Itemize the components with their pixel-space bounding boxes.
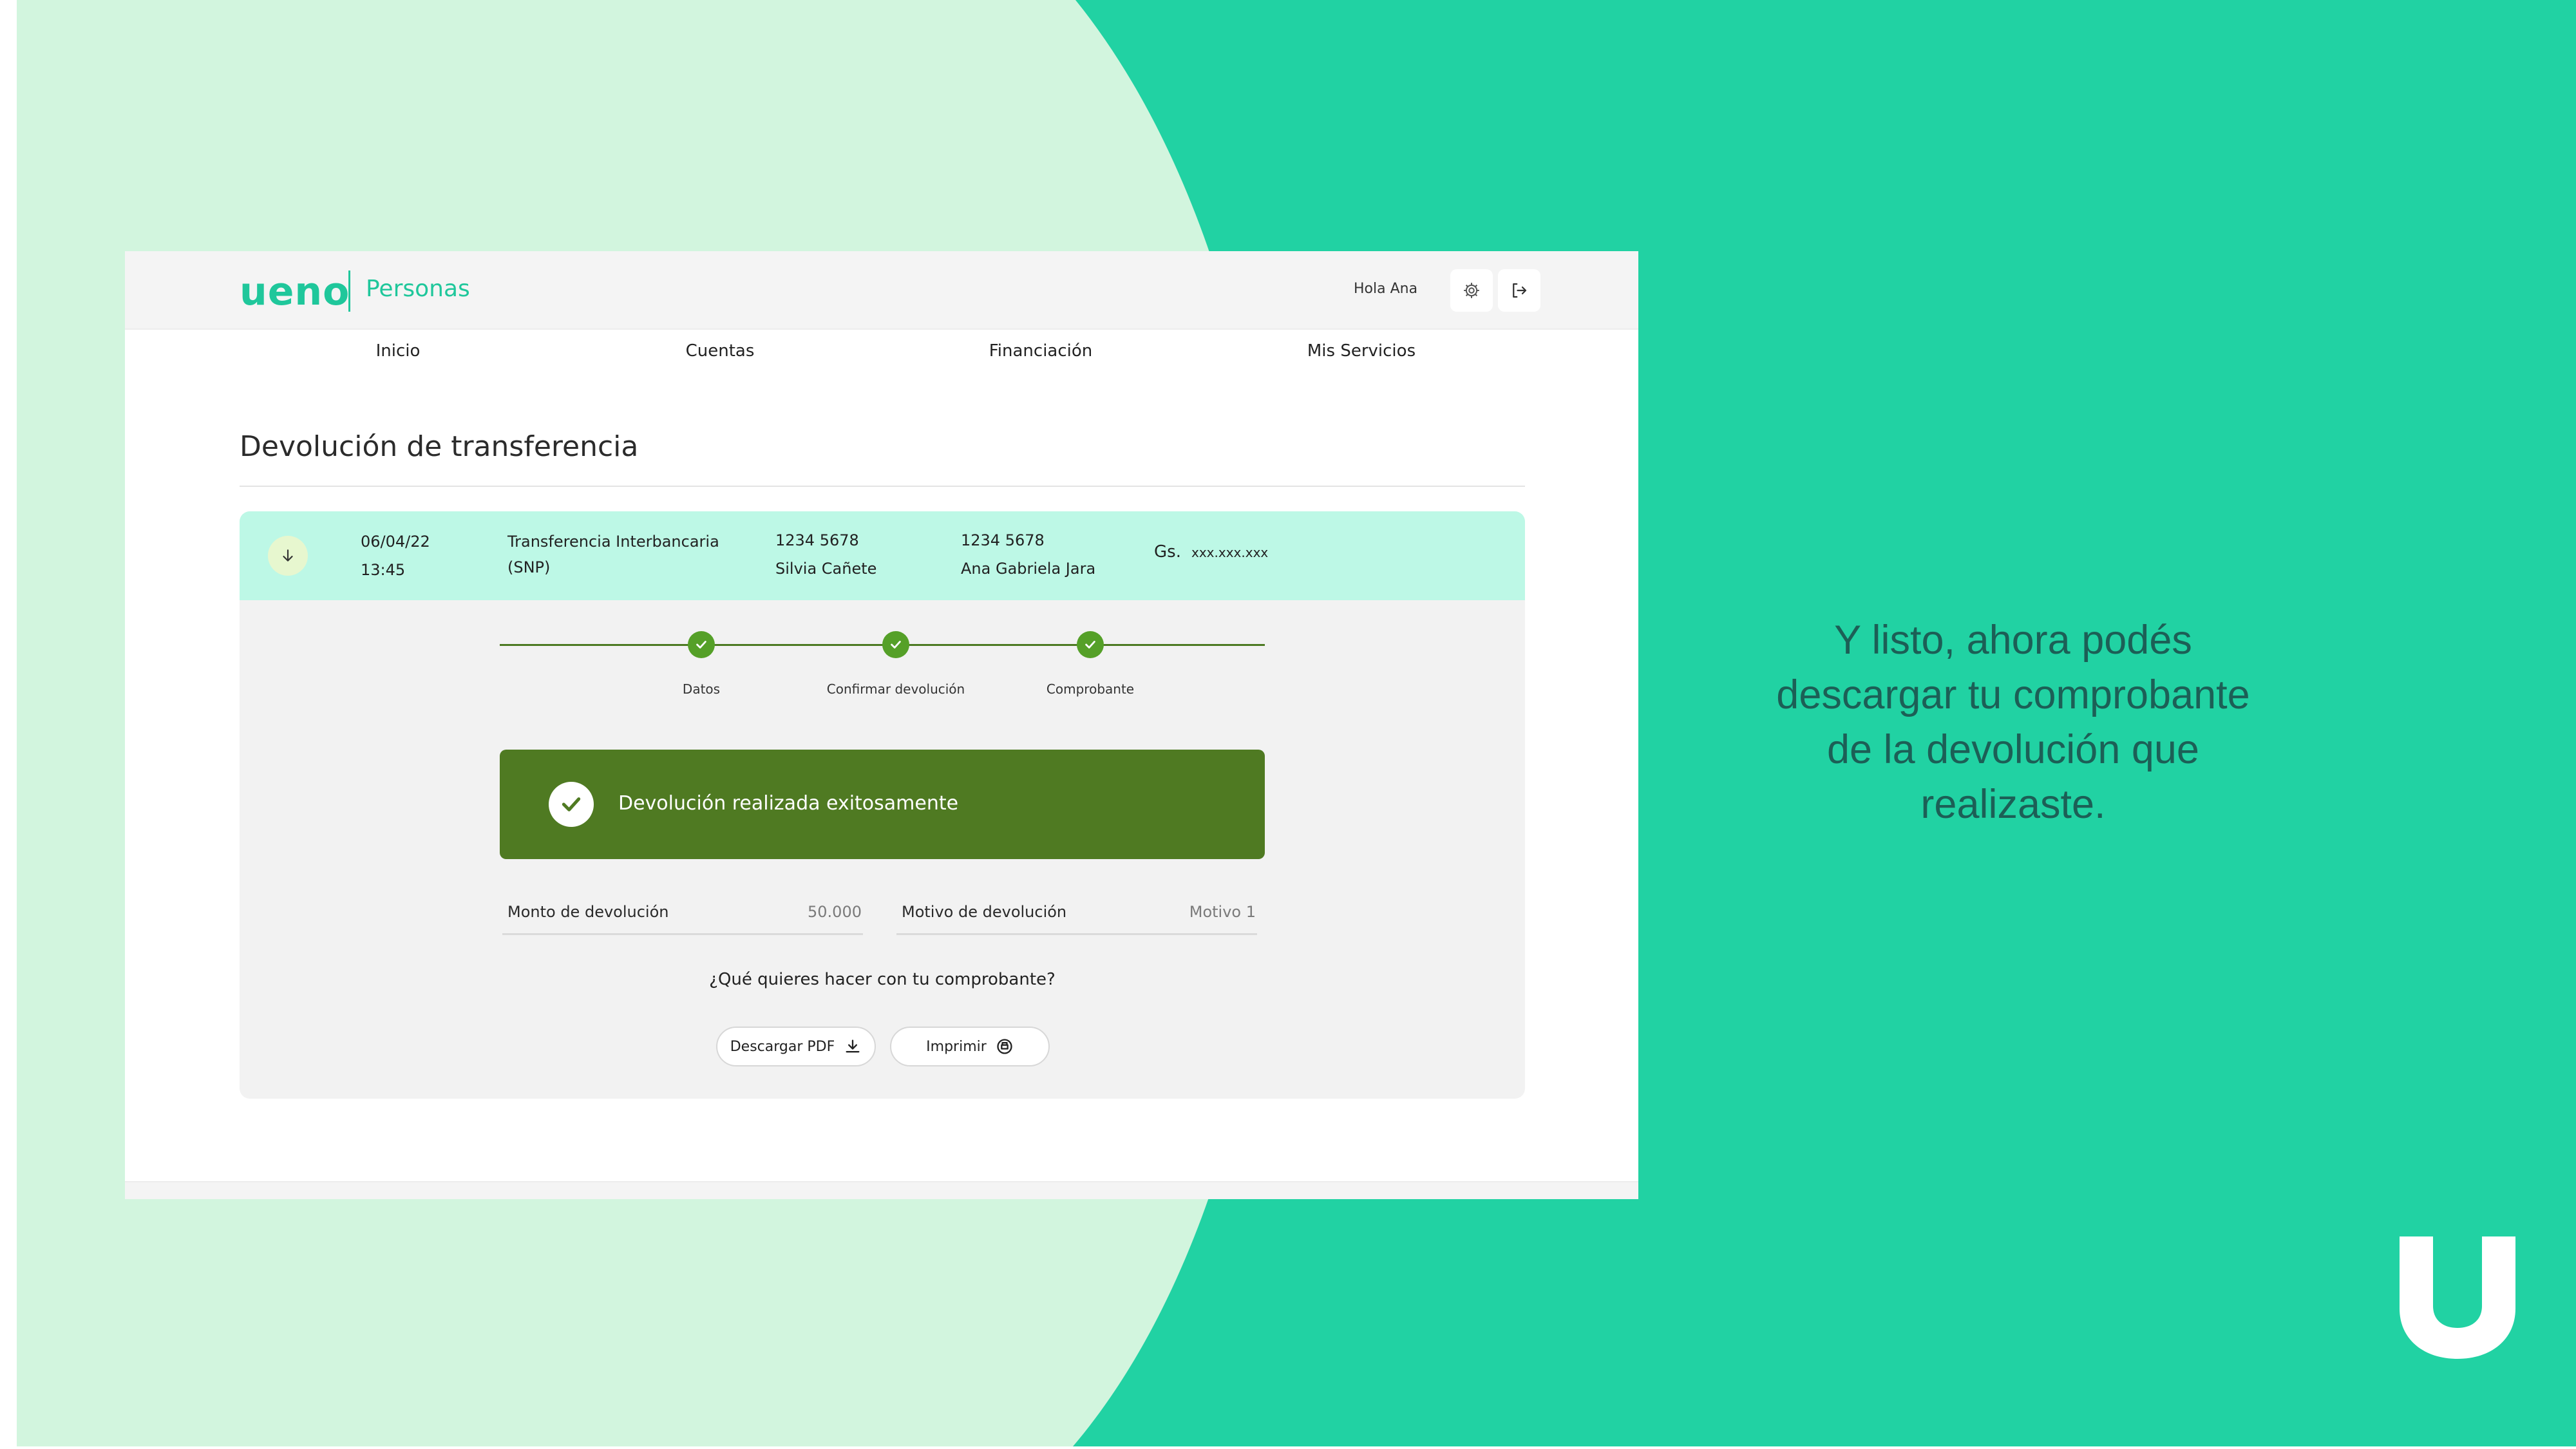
print-label: Imprimir bbox=[926, 1038, 987, 1055]
logout-button[interactable] bbox=[1498, 269, 1540, 312]
origin-name: Silvia Cañete bbox=[775, 560, 877, 578]
transaction-date: 06/04/22 bbox=[361, 533, 430, 551]
download-pdf-label: Descargar PDF bbox=[730, 1038, 835, 1055]
printer-icon bbox=[997, 1039, 1012, 1054]
gear-icon bbox=[1464, 283, 1479, 298]
title-divider bbox=[240, 486, 1525, 487]
logo-divider bbox=[348, 270, 350, 312]
refund-reason-field: Motivo de devolución Motivo 1 bbox=[896, 898, 1257, 935]
success-banner: Devolución realizada exitosamente bbox=[500, 750, 1265, 859]
nav-item-financiacion[interactable]: Financiación bbox=[989, 341, 1093, 361]
transaction-type: Transferencia Interbancaria bbox=[507, 533, 719, 551]
arrow-down-icon bbox=[283, 549, 293, 562]
brand-subtitle: Personas bbox=[366, 276, 470, 302]
app-footer bbox=[125, 1181, 1638, 1199]
caption-line: de la devolución que bbox=[1827, 727, 2199, 772]
ueno-u-logo-icon bbox=[2400, 1236, 2515, 1359]
refund-reason-value: Motivo 1 bbox=[1189, 903, 1256, 921]
receipt-question: ¿Qué quieres hacer con tu comprobante? bbox=[709, 970, 1056, 989]
step-dot-datos bbox=[688, 631, 715, 658]
refund-amount-label: Monto de devolución bbox=[507, 903, 669, 921]
user-greeting: Hola Ana bbox=[1354, 281, 1418, 297]
origin-account: 1234 5678 bbox=[775, 531, 859, 549]
main-nav: Inicio Cuentas Financiación Mis Servicio… bbox=[125, 330, 1638, 388]
ueno-logo[interactable]: ueno bbox=[240, 269, 350, 314]
download-pdf-button[interactable]: Descargar PDF bbox=[716, 1027, 876, 1066]
caption-line: descargar tu comprobante bbox=[1776, 672, 2250, 717]
nav-item-cuentas[interactable]: Cuentas bbox=[686, 341, 755, 361]
transaction-icon-badge bbox=[268, 536, 308, 576]
step-label-comprobante: Comprobante bbox=[1046, 681, 1135, 697]
step-dot-confirmar bbox=[882, 631, 909, 658]
caption-line: Y listo, ahora podés bbox=[1834, 618, 2192, 663]
step-label-datos: Datos bbox=[682, 681, 721, 697]
transaction-row: 06/04/22 13:45 Transferencia Interbancar… bbox=[240, 511, 1525, 600]
caption-line: realizaste. bbox=[1920, 782, 2106, 827]
transaction-amount: xxx.xxx.xxx bbox=[1191, 545, 1269, 560]
transaction-type-network: (SNP) bbox=[507, 558, 551, 576]
check-icon bbox=[1085, 641, 1095, 649]
refund-amount-field: Monto de devolución 50.000 bbox=[502, 898, 863, 935]
page-title: Devolución de transferencia bbox=[240, 430, 639, 463]
destination-name: Ana Gabriela Jara bbox=[961, 560, 1096, 578]
download-icon bbox=[846, 1039, 860, 1053]
transaction-time: 13:45 bbox=[361, 561, 406, 579]
check-icon bbox=[891, 641, 901, 649]
step-dot-comprobante bbox=[1077, 631, 1104, 658]
print-button[interactable]: Imprimir bbox=[890, 1027, 1050, 1066]
step-label-confirmar: Confirmar devolución bbox=[826, 681, 965, 697]
progress-stepper: Datos Confirmar devolución Comprobante bbox=[240, 600, 1525, 729]
slide-caption: Y listo, ahora podés descargar tu compro… bbox=[1723, 613, 2303, 832]
refund-panel: 06/04/22 13:45 Transferencia Interbancar… bbox=[240, 511, 1525, 1099]
nav-item-mis-servicios[interactable]: Mis Servicios bbox=[1307, 341, 1416, 361]
transaction-currency: Gs. bbox=[1154, 542, 1181, 562]
settings-button[interactable] bbox=[1450, 269, 1493, 312]
destination-account: 1234 5678 bbox=[961, 531, 1045, 549]
refund-reason-label: Motivo de devolución bbox=[902, 903, 1067, 921]
refund-amount-value: 50.000 bbox=[808, 903, 862, 921]
nav-item-inicio[interactable]: Inicio bbox=[376, 341, 421, 361]
slide: ueno Personas Hola Ana Inicio Cuentas Fi… bbox=[17, 0, 2576, 1446]
success-message: Devolución realizada exitosamente bbox=[618, 792, 959, 815]
app-screen: ueno Personas Hola Ana Inicio Cuentas Fi… bbox=[125, 251, 1638, 1199]
logout-icon bbox=[1513, 283, 1527, 298]
check-icon bbox=[696, 641, 706, 649]
check-mark bbox=[562, 797, 581, 811]
check-circle-icon bbox=[549, 782, 594, 827]
app-header: ueno Personas Hola Ana bbox=[125, 251, 1638, 330]
